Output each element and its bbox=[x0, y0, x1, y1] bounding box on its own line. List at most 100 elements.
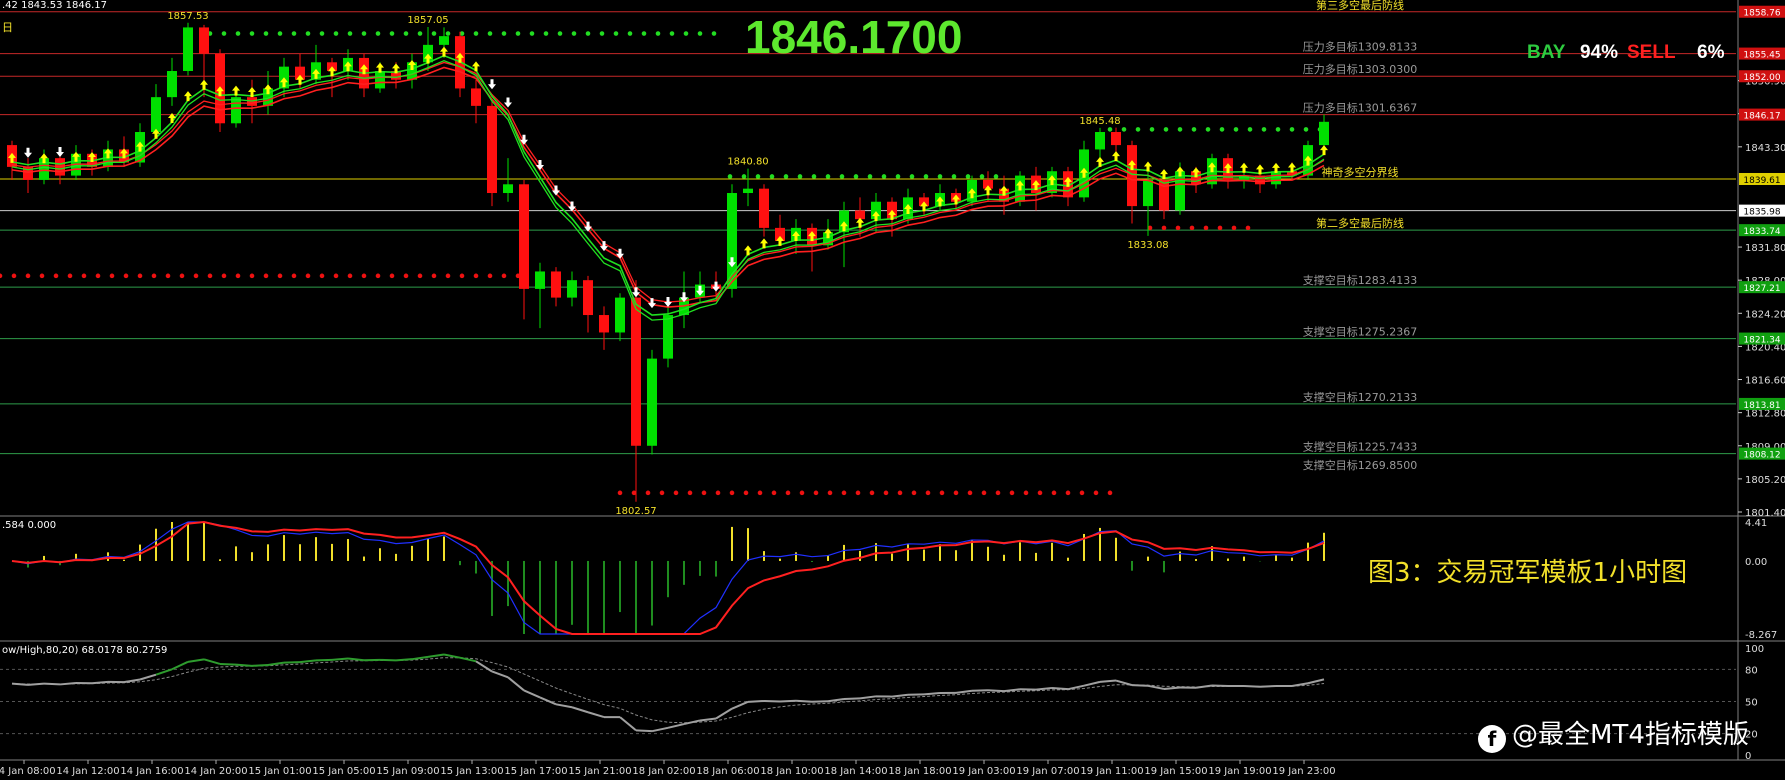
support-dot bbox=[249, 273, 255, 279]
support-dot bbox=[39, 273, 45, 279]
bay-percentage: 94% bbox=[1580, 42, 1619, 63]
level-label: 支撑空目标1225.7433 bbox=[1303, 440, 1418, 454]
candle-body bbox=[1175, 171, 1185, 211]
resistance-dot bbox=[755, 174, 761, 179]
support-dot bbox=[431, 273, 437, 279]
resistance-dot bbox=[1163, 127, 1169, 132]
level-axis-badge-text: 1846.17 bbox=[1743, 112, 1780, 122]
time-tick-label: 15 Jan 17:00 bbox=[504, 766, 567, 777]
resistance-dot bbox=[669, 31, 675, 36]
support-dot bbox=[855, 490, 861, 496]
support-dot bbox=[333, 273, 339, 279]
candle-body bbox=[535, 271, 545, 289]
stochastic-axis-label: 100 bbox=[1745, 644, 1764, 655]
resistance-dot bbox=[1247, 127, 1253, 132]
support-dot bbox=[375, 273, 381, 279]
candle-body bbox=[231, 97, 241, 124]
time-tick-label: 18 Jan 10:00 bbox=[760, 766, 823, 777]
support-dot bbox=[911, 490, 917, 496]
stochastic-axis-label: 50 bbox=[1745, 698, 1758, 709]
support-dot bbox=[953, 490, 959, 496]
stochastic-main-line bbox=[1259, 685, 1277, 688]
stochastic-main-line bbox=[1307, 678, 1325, 685]
support-dot bbox=[1217, 225, 1223, 231]
support-dot bbox=[757, 490, 763, 496]
support-dot bbox=[659, 490, 665, 496]
support-dot bbox=[81, 273, 87, 279]
support-dot bbox=[11, 273, 17, 279]
support-dot bbox=[1051, 490, 1057, 496]
time-tick-label: 15 Jan 05:00 bbox=[312, 766, 375, 777]
resistance-dot bbox=[221, 31, 227, 36]
support-dot bbox=[67, 273, 73, 279]
time-tick-label: 14 Jan 16:00 bbox=[120, 766, 183, 777]
candle-body bbox=[503, 184, 513, 194]
stochastic-main-line bbox=[27, 682, 45, 686]
stochastic-main-line bbox=[1003, 688, 1021, 693]
stochastic-main-line bbox=[523, 689, 541, 699]
price-annotation: 1857.53 bbox=[167, 11, 208, 22]
time-tick-label: 19 Jan 19:00 bbox=[1208, 766, 1271, 777]
arrow-down-icon bbox=[664, 296, 672, 307]
resistance-dot bbox=[599, 31, 605, 36]
stochastic-main-line bbox=[731, 700, 749, 710]
stochastic-main-line bbox=[539, 696, 557, 706]
resistance-dot bbox=[1107, 127, 1113, 132]
candle-body bbox=[647, 358, 657, 446]
resistance-dot bbox=[235, 31, 241, 36]
resistance-dot bbox=[641, 31, 647, 36]
support-dot bbox=[799, 490, 805, 496]
support-dot bbox=[389, 273, 395, 279]
time-tick-label: 19 Jan 23:00 bbox=[1272, 766, 1335, 777]
support-dot bbox=[137, 273, 143, 279]
resistance-dot bbox=[557, 31, 563, 36]
support-dot bbox=[743, 490, 749, 496]
axis-tick-label: 1824.20 bbox=[1745, 309, 1785, 320]
stochastic-main-line bbox=[299, 659, 317, 664]
arrow-up-icon bbox=[184, 91, 192, 102]
stochastic-main-line bbox=[1067, 684, 1085, 691]
arrow-up-icon bbox=[200, 79, 208, 90]
resistance-dot bbox=[1275, 127, 1281, 132]
support-dot bbox=[827, 490, 833, 496]
arrow-down-icon bbox=[488, 79, 496, 90]
resistance-dot bbox=[811, 174, 817, 179]
resistance-dot bbox=[1149, 127, 1155, 132]
resistance-dot bbox=[389, 31, 395, 36]
arrow-up-icon bbox=[440, 46, 448, 57]
support-dot bbox=[25, 273, 31, 279]
stochastic-params-label: ow/High,80,20) 68.0178 80.2759 bbox=[2, 645, 168, 656]
stochastic-main-line bbox=[795, 699, 813, 703]
level-axis-badge-text: 1852.00 bbox=[1743, 73, 1780, 83]
level-axis-badge-text: 1808.12 bbox=[1743, 451, 1780, 461]
stochastic-main-line bbox=[971, 689, 989, 692]
resistance-dot bbox=[711, 31, 717, 36]
resistance-dot bbox=[783, 174, 789, 179]
resistance-dot bbox=[529, 31, 535, 36]
resistance-dot bbox=[473, 31, 479, 36]
candle-body bbox=[583, 280, 593, 316]
support-dot bbox=[459, 273, 465, 279]
time-tick-label: 15 Jan 13:00 bbox=[440, 766, 503, 777]
stochastic-main-line bbox=[1211, 684, 1229, 688]
stochastic-main-line bbox=[1083, 680, 1101, 687]
candle-body bbox=[167, 71, 177, 98]
level-axis-badge-text: 1821.34 bbox=[1743, 336, 1780, 346]
support-dot bbox=[967, 490, 973, 496]
macd-params-label: .584 0.000 bbox=[2, 520, 57, 531]
support-dot bbox=[1203, 225, 1209, 231]
support-dot bbox=[263, 273, 269, 279]
resistance-dot bbox=[951, 174, 957, 179]
resistance-dot bbox=[741, 174, 747, 179]
time-tick-label: 15 Jan 21:00 bbox=[568, 766, 631, 777]
resistance-dot bbox=[797, 174, 803, 179]
candle-body bbox=[1143, 179, 1153, 207]
resistance-dot bbox=[627, 31, 633, 36]
candle-body bbox=[759, 188, 769, 228]
macd-axis-label: 0.00 bbox=[1745, 557, 1767, 568]
candle-body bbox=[663, 315, 673, 359]
trading-chart[interactable]: 1850.901847.101843.301831.801828.001824.… bbox=[0, 0, 1785, 780]
resistance-dot bbox=[319, 31, 325, 36]
time-tick-label: 19 Jan 15:00 bbox=[1144, 766, 1207, 777]
sell-percentage: 6% bbox=[1697, 42, 1725, 63]
